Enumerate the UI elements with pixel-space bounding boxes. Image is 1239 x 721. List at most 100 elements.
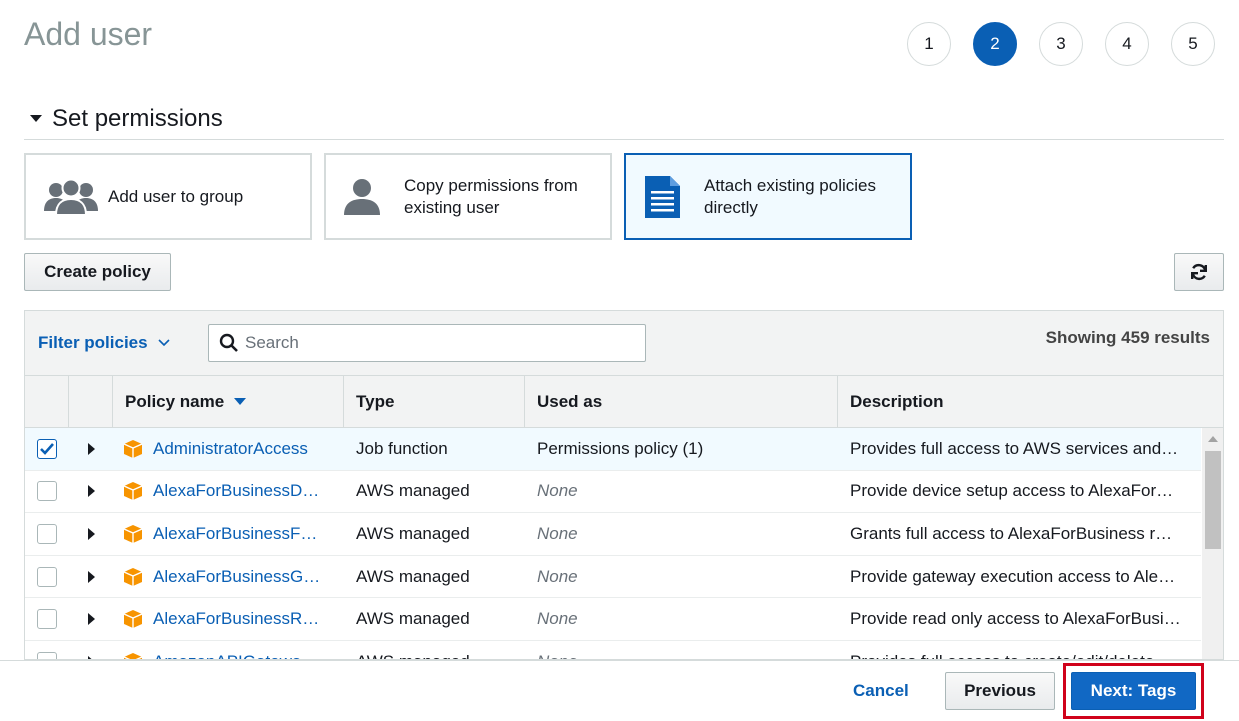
row-checkbox[interactable]	[37, 609, 57, 630]
policy-name-link[interactable]: AmazonAPIGatewa…	[153, 652, 333, 659]
page-title: Add user	[24, 16, 153, 52]
policy-name-cell: AdministratorAccess	[113, 428, 344, 470]
previous-button[interactable]: Previous	[945, 672, 1055, 710]
column-label: Used as	[537, 391, 603, 411]
section-title: Set permissions	[52, 104, 223, 132]
policy-name-link[interactable]: AdministratorAccess	[153, 439, 333, 459]
table-header: Policy name Type Used as Description	[25, 376, 1223, 428]
table-scrollbar[interactable]	[1202, 428, 1223, 659]
description-text: Provide device setup access to AlexaFor…	[850, 481, 1174, 501]
used-as-cell: None	[525, 471, 838, 513]
refresh-button[interactable]	[1174, 253, 1224, 291]
table-row[interactable]: AlexaForBusinessF… AWS managed None Grants …	[25, 513, 1201, 556]
row-checkbox[interactable]	[37, 651, 57, 659]
description-cell: Grants full access to AlexaForBusiness r…	[838, 513, 1201, 555]
column-label: Type	[356, 391, 395, 411]
type-cell: AWS managed	[344, 471, 525, 513]
row-checkbox[interactable]	[37, 523, 57, 544]
set-permissions-header[interactable]: Set permissions	[24, 104, 1224, 140]
row-checkbox[interactable]	[37, 566, 57, 587]
attach-policies-option[interactable]: Attach existing policies directly	[624, 153, 912, 240]
document-icon	[642, 175, 700, 219]
policy-name-cell: AmazonAPIGatewa…	[113, 641, 344, 659]
table-row[interactable]: AlexaForBusinessD… AWS managed None Provide…	[25, 470, 1201, 514]
type-cell: AWS managed	[344, 641, 525, 659]
used-as-cell: None	[525, 641, 838, 659]
step-2[interactable]: 2	[973, 22, 1017, 66]
expand-row-icon[interactable]	[87, 613, 95, 626]
row-check-cell	[25, 556, 69, 598]
caret-down-icon	[30, 115, 42, 122]
description-text: Grants full access to AlexaForBusiness r…	[850, 523, 1173, 543]
type-text: AWS managed	[356, 481, 470, 501]
header-check-cell	[25, 376, 69, 427]
column-type[interactable]: Type	[344, 376, 525, 427]
step-3[interactable]: 3	[1039, 22, 1083, 66]
package-icon	[123, 567, 143, 586]
table-row[interactable]: AlexaForBusinessG… AWS managed None Provide…	[25, 555, 1201, 599]
checkmark-icon	[40, 442, 54, 455]
row-expand-cell	[69, 428, 113, 470]
policy-name-link[interactable]: AlexaForBusinessF…	[153, 524, 333, 544]
used-as-text: None	[537, 481, 578, 501]
description-cell: Provide device setup access to AlexaFor…	[838, 471, 1201, 513]
table-row[interactable]: AdministratorAccess Job function Permissio…	[25, 428, 1201, 471]
column-description[interactable]: Description	[838, 376, 1223, 427]
used-as-cell: None	[525, 598, 838, 640]
column-used-as[interactable]: Used as	[525, 376, 838, 427]
row-check-cell	[25, 598, 69, 640]
row-check-cell	[25, 471, 69, 513]
used-as-text: None	[537, 652, 578, 659]
expand-row-icon[interactable]	[87, 442, 95, 455]
policy-name-link[interactable]: AlexaForBusinessG…	[153, 567, 333, 587]
package-icon	[123, 610, 143, 629]
column-policy-name[interactable]: Policy name	[113, 376, 344, 427]
type-cell: AWS managed	[344, 598, 525, 640]
scroll-thumb[interactable]	[1205, 451, 1221, 549]
used-as-text: None	[537, 609, 578, 629]
copy-permissions-option[interactable]: Copy permissions from existing user	[324, 153, 612, 240]
row-checkbox[interactable]	[37, 481, 57, 502]
create-policy-button[interactable]: Create policy	[24, 253, 171, 291]
search-input[interactable]	[245, 333, 635, 353]
step-indicator: 1 2 3 4 5	[907, 22, 1215, 66]
policy-name-link[interactable]: AlexaForBusinessD…	[153, 481, 333, 501]
policy-name-link[interactable]: AlexaForBusinessR…	[153, 609, 333, 629]
package-icon	[123, 439, 143, 458]
row-check-cell	[25, 641, 69, 659]
cancel-button[interactable]: Cancel	[853, 681, 909, 701]
policy-name-cell: AlexaForBusinessD…	[113, 471, 344, 513]
column-label: Description	[850, 391, 944, 411]
used-as-text: None	[537, 566, 578, 586]
expand-row-icon[interactable]	[87, 527, 95, 540]
row-checkbox[interactable]	[37, 438, 57, 459]
header-expand-cell	[69, 376, 113, 427]
expand-row-icon[interactable]	[87, 485, 95, 498]
package-icon	[123, 652, 143, 659]
type-cell: Job function	[344, 428, 525, 470]
table-row[interactable]: AmazonAPIGatewa… AWS managed None Provides …	[25, 640, 1201, 659]
type-text: AWS managed	[356, 609, 470, 629]
expand-row-icon[interactable]	[87, 570, 95, 583]
row-expand-cell	[69, 598, 113, 640]
search-box[interactable]	[208, 324, 646, 362]
package-icon	[123, 524, 143, 543]
highlight-box	[1063, 663, 1204, 719]
type-cell: AWS managed	[344, 513, 525, 555]
step-5[interactable]: 5	[1171, 22, 1215, 66]
row-expand-cell	[69, 641, 113, 659]
wizard-footer: Cancel Previous Next: Tags	[0, 660, 1239, 721]
row-expand-cell	[69, 556, 113, 598]
description-text: Provide read only access to AlexaForBusi…	[850, 609, 1181, 629]
description-cell: Provide read only access to AlexaForBusi…	[838, 598, 1201, 640]
filter-label: Filter policies	[38, 333, 148, 352]
type-text: AWS managed	[356, 652, 470, 659]
add-user-to-group-option[interactable]: Add user to group	[24, 153, 312, 240]
step-1[interactable]: 1	[907, 22, 951, 66]
option-label: Add user to group	[108, 186, 244, 206]
step-4[interactable]: 4	[1105, 22, 1149, 66]
scroll-up-icon[interactable]	[1208, 436, 1218, 442]
refresh-icon	[1191, 264, 1207, 280]
filter-policies-dropdown[interactable]: Filter policies	[38, 333, 170, 353]
table-row[interactable]: AlexaForBusinessR… AWS managed None Provide…	[25, 598, 1201, 641]
